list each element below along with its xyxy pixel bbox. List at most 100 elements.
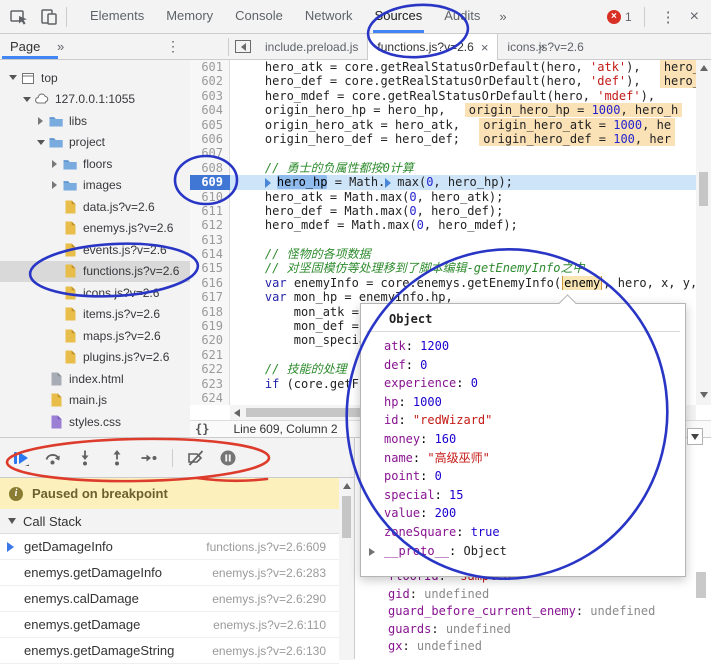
line-number[interactable]: 605 — [190, 118, 230, 132]
code-text[interactable] — [230, 146, 696, 160]
step-into-button[interactable] — [76, 449, 94, 467]
line-number[interactable]: 619 — [190, 319, 230, 333]
error-badge[interactable]: × 1 — [607, 10, 632, 24]
devtools-menu-icon[interactable]: ⋮ — [651, 8, 686, 26]
hide-navigator-icon[interactable] — [235, 40, 251, 53]
line-number[interactable]: 617 — [190, 290, 230, 304]
device-toolbar-icon[interactable] — [38, 6, 60, 28]
more-panels-icon[interactable]: » — [491, 9, 514, 24]
tree-item-floors[interactable]: floors — [0, 153, 190, 175]
code-text[interactable]: hero_def = core.getRealStatusOrDefault(h… — [230, 74, 696, 88]
code-text[interactable]: hero_mdef = core.getRealStatusOrDefault(… — [230, 89, 696, 103]
tree-item-enemys-js-v-2-6[interactable]: enemys.js?v=2.6 — [0, 218, 190, 240]
step-out-button[interactable] — [108, 449, 126, 467]
dropdown-caret-icon[interactable] — [687, 428, 703, 445]
open-arrow-icon[interactable] — [34, 140, 47, 145]
resume-script-button[interactable] — [12, 449, 30, 467]
scroll-left-icon[interactable] — [234, 409, 240, 417]
line-number[interactable]: 614 — [190, 247, 230, 261]
tree-item-icons-js-v-2-6[interactable]: icons.js?v=2.6 — [0, 282, 190, 304]
expand-arrow-icon[interactable] — [369, 548, 379, 556]
line-number[interactable]: 603 — [190, 89, 230, 103]
line-number[interactable]: 620 — [190, 333, 230, 347]
code-text[interactable]: origin_hero_hp = hero_hp, origin_hero_hp… — [230, 103, 696, 117]
code-text[interactable]: hero_hp = Math.max(0, hero_hp); — [230, 175, 696, 189]
code-text[interactable]: // 怪物的各项数据 — [230, 247, 696, 261]
code-text[interactable]: hero_atk = core.getRealStatusOrDefault(h… — [230, 60, 696, 74]
line-number[interactable]: 616 — [190, 276, 230, 290]
line-number[interactable]: 621 — [190, 348, 230, 362]
code-text[interactable]: hero_atk = Math.max(0, hero_atk); — [230, 190, 696, 204]
debugger-pane-scrollbar[interactable] — [339, 478, 354, 660]
main-tab-audits[interactable]: Audits — [433, 0, 491, 33]
editor-vertical-scrollbar[interactable] — [696, 60, 711, 405]
tree-item-project[interactable]: project — [0, 132, 190, 154]
line-number[interactable]: 610 — [190, 190, 230, 204]
line-number[interactable]: 606 — [190, 132, 230, 146]
scroll-down-icon[interactable] — [700, 392, 708, 398]
close-devtools-icon[interactable]: × — [686, 8, 711, 26]
editor-tab-functions-js-v-2-6[interactable]: functions.js?v=2.6× — [367, 34, 498, 60]
scroll-up-icon[interactable] — [343, 483, 351, 489]
line-number[interactable]: 622 — [190, 362, 230, 376]
tree-item-top[interactable]: top — [0, 67, 190, 89]
tree-item-127-0-0-1-1055[interactable]: 127.0.0.1:1055 — [0, 89, 190, 111]
scope-var-gid[interactable]: gid: undefined — [355, 586, 711, 604]
pretty-print-button[interactable]: {} — [195, 422, 209, 436]
code-text[interactable]: // 勇士的负属性都按0计算 — [230, 161, 696, 175]
tree-item-libs[interactable]: libs — [0, 110, 190, 132]
main-tab-memory[interactable]: Memory — [155, 0, 224, 33]
navigator-more-tabs-icon[interactable]: » — [57, 34, 64, 59]
tree-item-items-js-v-2-6[interactable]: items.js?v=2.6 — [0, 304, 190, 326]
code-text[interactable]: // 对坚固模仿等处理移到了脚本编辑-getEnemyInfo之中 — [230, 261, 696, 275]
tree-item-styles-css[interactable]: styles.css — [0, 411, 190, 433]
line-number[interactable]: 612 — [190, 218, 230, 232]
line-number[interactable]: 602 — [190, 74, 230, 88]
line-number[interactable]: 608 — [190, 161, 230, 175]
scope-scrollbar-thumb[interactable] — [696, 572, 706, 598]
line-number[interactable]: 615 — [190, 261, 230, 275]
code-text[interactable]: origin_hero_def = hero_def; origin_hero_… — [230, 132, 696, 146]
open-arrow-icon[interactable] — [20, 97, 33, 102]
tree-item-images[interactable]: images — [0, 175, 190, 197]
open-arrow-icon[interactable] — [6, 75, 19, 80]
editor-tab-icons-js-v-2-6[interactable]: icons.js?v=2.6 — [498, 34, 592, 60]
more-editor-tabs-icon[interactable]: » — [538, 34, 545, 59]
line-number[interactable]: 604 — [190, 103, 230, 117]
line-number[interactable]: 613 — [190, 233, 230, 247]
inspect-element-icon[interactable] — [8, 6, 30, 28]
deactivate-breakpoints-button[interactable] — [187, 449, 205, 467]
callstack-frame-enemys-getdamagestring[interactable]: enemys.getDamageStringenemys.js?v=2.6:13… — [0, 638, 339, 664]
line-number[interactable]: 623 — [190, 377, 230, 391]
line-number[interactable]: 609 — [190, 175, 230, 189]
main-tab-elements[interactable]: Elements — [79, 0, 155, 33]
call-stack-header[interactable]: Call Stack — [0, 509, 339, 534]
callstack-frame-enemys-caldamage[interactable]: enemys.calDamageenemys.js?v=2.6:290 — [0, 586, 339, 612]
main-tab-network[interactable]: Network — [294, 0, 364, 33]
scope-var-gx[interactable]: gx: undefined — [355, 638, 711, 656]
callstack-frame-enemys-getdamageinfo[interactable]: enemys.getDamageInfoenemys.js?v=2.6:283 — [0, 560, 339, 586]
code-text[interactable] — [230, 233, 696, 247]
tree-item-events-js-v-2-6[interactable]: events.js?v=2.6 — [0, 239, 190, 261]
scope-var-guard-before-current-enemy[interactable]: guard_before_current_enemy: undefined — [355, 603, 711, 621]
tree-item-index-html[interactable]: index.html — [0, 368, 190, 390]
vscroll-thumb[interactable] — [699, 172, 708, 206]
tree-item-data-js-v-2-6[interactable]: data.js?v=2.6 — [0, 196, 190, 218]
main-tab-sources[interactable]: Sources — [364, 0, 434, 33]
scroll-thumb[interactable] — [342, 496, 351, 538]
navigator-menu-icon[interactable]: ⋮ — [166, 34, 180, 59]
tree-item-plugins-js-v-2-6[interactable]: plugins.js?v=2.6 — [0, 347, 190, 369]
code-text[interactable]: hero_mdef = Math.max(0, hero_mdef); — [230, 218, 696, 232]
step-button[interactable] — [140, 449, 158, 467]
pause-on-exceptions-button[interactable] — [219, 449, 237, 467]
closed-arrow-icon[interactable] — [48, 181, 61, 189]
main-tab-console[interactable]: Console — [224, 0, 294, 33]
tree-item-maps-js-v-2-6[interactable]: maps.js?v=2.6 — [0, 325, 190, 347]
tree-item-main-js[interactable]: main.js — [0, 390, 190, 412]
line-number[interactable]: 601 — [190, 60, 230, 74]
callstack-frame-enemys-getdamage[interactable]: enemys.getDamageenemys.js?v=2.6:110 — [0, 612, 339, 638]
close-tab-icon[interactable]: × — [481, 35, 489, 60]
closed-arrow-icon[interactable] — [48, 160, 61, 168]
code-text[interactable]: origin_hero_atk = hero_atk, origin_hero_… — [230, 118, 696, 132]
line-number[interactable]: 624 — [190, 391, 230, 405]
